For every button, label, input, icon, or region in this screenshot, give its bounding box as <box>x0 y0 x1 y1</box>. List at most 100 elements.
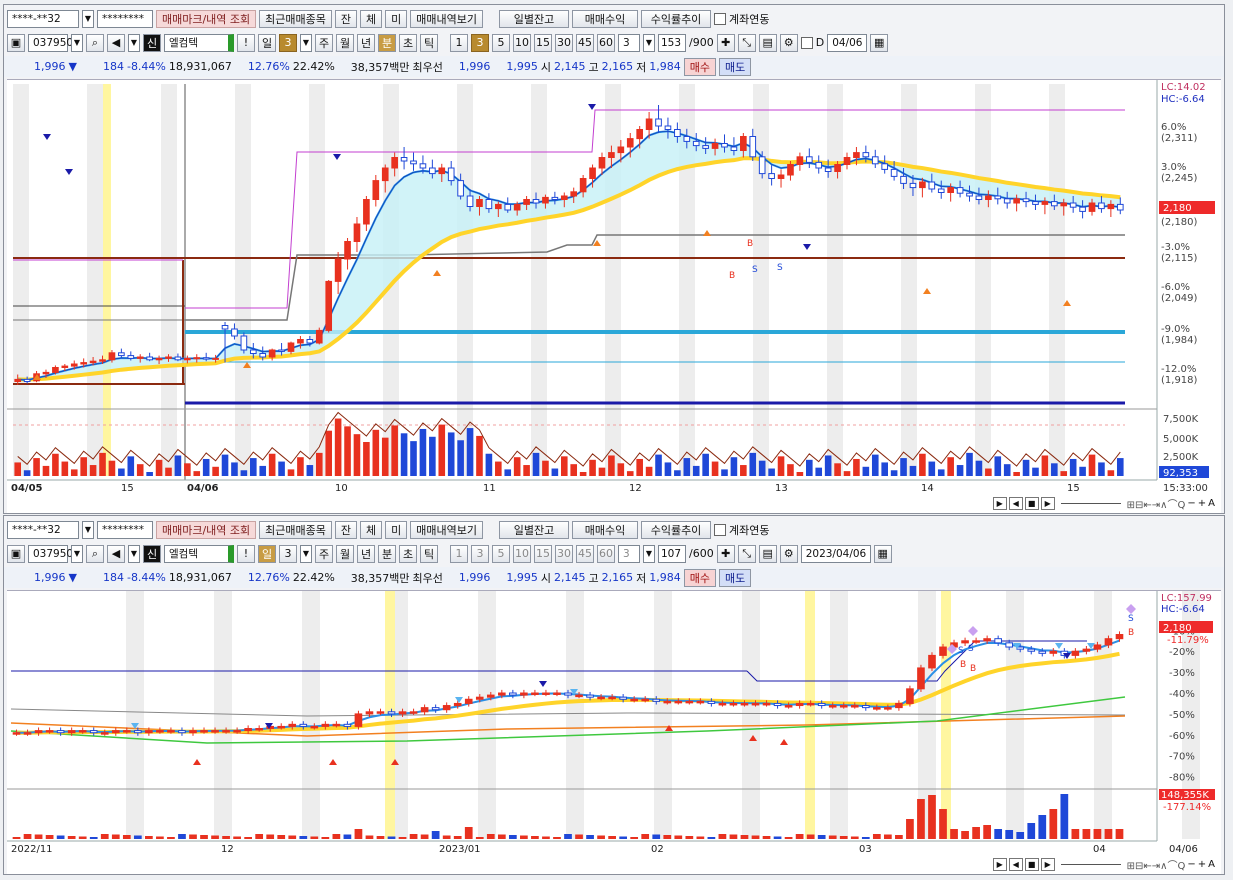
period-week[interactable]: 주 <box>315 33 333 52</box>
period-minute[interactable]: 분 <box>378 544 396 563</box>
layout-icon[interactable]: ▣ <box>7 544 25 563</box>
zoom-slider[interactable] <box>1060 863 1121 865</box>
password-field[interactable]: ******** <box>97 9 153 28</box>
link-account-checkbox[interactable] <box>714 12 727 25</box>
chevron-down-icon[interactable]: ▼ <box>643 33 655 52</box>
zoom-icon[interactable]: ⤡ <box>737 33 756 52</box>
chevron-down-icon[interactable]: ▼ <box>643 544 655 563</box>
interval-60[interactable]: 60 <box>597 33 615 52</box>
interval-1[interactable]: 1 <box>450 33 468 52</box>
chevron-down-icon[interactable]: ▼ <box>300 33 312 52</box>
chevron-down-icon[interactable]: ▼ <box>128 33 140 52</box>
interval-5[interactable]: 5 <box>492 544 510 563</box>
save-icon[interactable]: ▤ <box>758 33 777 52</box>
crosshair-icon[interactable]: ✚ <box>716 33 735 52</box>
password-field[interactable]: ******** <box>97 520 153 539</box>
speaker-icon[interactable]: ◀ <box>107 33 125 52</box>
stop-icon[interactable]: ■ <box>1024 496 1039 510</box>
minute-chart-svg[interactable]: B B S S LC:14.02HC:-6.64 6.0%(2,311) 3.0%(2,24… <box>7 80 1221 514</box>
daily-balance-button[interactable]: 일별잔고 <box>499 520 570 539</box>
filled-button[interactable]: 체 <box>360 520 383 539</box>
interval-5[interactable]: 5 <box>492 33 510 52</box>
chevron-down-icon[interactable]: ▼ <box>82 520 94 539</box>
interval-input[interactable]: 3 <box>618 544 640 563</box>
period-second[interactable]: 초 <box>399 33 417 52</box>
forward-icon[interactable]: ▶ <box>1040 496 1055 510</box>
rewind-icon[interactable]: ◀ <box>1008 857 1023 871</box>
trade-history-button[interactable]: 매매내역보기 <box>410 520 484 539</box>
chevron-down-icon[interactable]: ▼ <box>300 544 312 563</box>
alert-button[interactable]: ! <box>237 33 255 52</box>
sell-button[interactable]: 매도 <box>719 568 752 587</box>
interval-45[interactable]: 45 <box>576 33 594 52</box>
stop-icon[interactable]: ■ <box>1024 857 1039 871</box>
interval-input[interactable]: 3 <box>618 33 640 52</box>
period-second[interactable]: 초 <box>399 544 417 563</box>
drawing-tools-icon[interactable]: ⊞⊟⇤⇥∧⌒Q <box>1127 496 1186 511</box>
zoom-in-icon[interactable]: + <box>1198 498 1206 509</box>
period-3[interactable]: 3 <box>279 544 297 563</box>
balance-button[interactable]: 잔 <box>334 9 358 28</box>
gear-icon[interactable]: ⚙ <box>779 33 798 52</box>
period-year[interactable]: 년 <box>357 544 375 563</box>
unfilled-button[interactable]: 미 <box>385 520 408 539</box>
buy-button[interactable]: 매수 <box>683 57 717 76</box>
zoom-icon[interactable]: ⤡ <box>737 544 756 563</box>
daily-balance-button[interactable]: 일별잔고 <box>499 9 570 28</box>
chevron-down-icon[interactable]: ▼ <box>71 33 83 52</box>
calendar-icon[interactable]: ▦ <box>870 33 889 52</box>
font-size-icon[interactable]: A <box>1208 498 1215 509</box>
forward-icon[interactable]: ▶ <box>1040 857 1055 871</box>
period-week[interactable]: 주 <box>315 544 333 563</box>
trade-mark-button[interactable]: 매매마크/내역 조회 <box>156 9 257 28</box>
interval-10[interactable]: 10 <box>513 544 531 563</box>
chevron-down-icon[interactable]: ▼ <box>128 544 140 563</box>
rewind-icon[interactable]: ◀ <box>1008 496 1023 510</box>
zoom-in-icon[interactable]: + <box>1198 859 1206 870</box>
period-3[interactable]: 3 <box>279 33 297 52</box>
period-minute[interactable]: 분 <box>378 33 396 52</box>
interval-3[interactable]: 3 <box>471 33 489 52</box>
filled-button[interactable]: 체 <box>360 9 383 28</box>
speaker-icon[interactable]: ◀ <box>107 544 125 563</box>
interval-10[interactable]: 10 <box>513 33 531 52</box>
interval-15[interactable]: 15 <box>534 33 552 52</box>
zoom-slider[interactable] <box>1060 502 1121 504</box>
recent-trades-button[interactable]: 최근매매종목 <box>259 520 332 539</box>
stock-code-input[interactable]: 037950 <box>28 544 73 563</box>
calendar-icon[interactable]: ▦ <box>873 544 892 563</box>
return-trend-button[interactable]: 수익률추이 <box>641 520 712 539</box>
daily-chart-svg[interactable]: SBSBSBLC:157.99HC:-6.64-10%-20%-30%-40%-… <box>7 591 1221 875</box>
interval-30[interactable]: 30 <box>555 544 573 563</box>
interval-3[interactable]: 3 <box>471 544 489 563</box>
period-day[interactable]: 일 <box>258 544 276 563</box>
interval-15[interactable]: 15 <box>534 544 552 563</box>
period-day[interactable]: 일 <box>258 33 276 52</box>
sell-button[interactable]: 매도 <box>719 57 752 76</box>
zoom-out-icon[interactable]: − <box>1187 498 1195 509</box>
buy-button[interactable]: 매수 <box>683 568 717 587</box>
search-icon[interactable]: ⌕ <box>86 33 104 52</box>
save-icon[interactable]: ▤ <box>758 544 777 563</box>
interval-45[interactable]: 45 <box>576 544 594 563</box>
chevron-down-icon[interactable]: ▼ <box>71 544 83 563</box>
recent-trades-button[interactable]: 최근매매종목 <box>259 9 332 28</box>
daily-chart-area[interactable]: SBSBSBLC:157.99HC:-6.64-10%-20%-30%-40%-… <box>7 590 1221 874</box>
interval-30[interactable]: 30 <box>555 33 573 52</box>
drawing-tools-icon[interactable]: ⊞⊟⇤⇥∧⌒Q <box>1127 857 1186 872</box>
period-month[interactable]: 월 <box>336 33 354 52</box>
period-tick[interactable]: 틱 <box>420 544 438 563</box>
trade-history-button[interactable]: 매매내역보기 <box>410 9 484 28</box>
gear-icon[interactable]: ⚙ <box>779 544 798 563</box>
link-account-checkbox[interactable] <box>714 523 727 536</box>
scroll-end-icon[interactable]: ▶ <box>992 857 1007 871</box>
trade-mark-button[interactable]: 매매마크/내역 조회 <box>156 520 257 539</box>
bar-count-input[interactable]: 107 <box>658 544 686 563</box>
return-trend-button[interactable]: 수익률추이 <box>641 9 712 28</box>
zoom-out-icon[interactable]: − <box>1187 859 1195 870</box>
account-select[interactable]: ****-**32 <box>7 9 79 28</box>
layout-icon[interactable]: ▣ <box>7 33 25 52</box>
bar-count-input[interactable]: 153 <box>658 33 686 52</box>
date-input[interactable]: 04/06 <box>827 33 868 52</box>
minute-chart-area[interactable]: B B S S LC:14.02 HC:-6.64 6.0% (2,311) 3.0% (2,24… <box>7 79 1221 513</box>
